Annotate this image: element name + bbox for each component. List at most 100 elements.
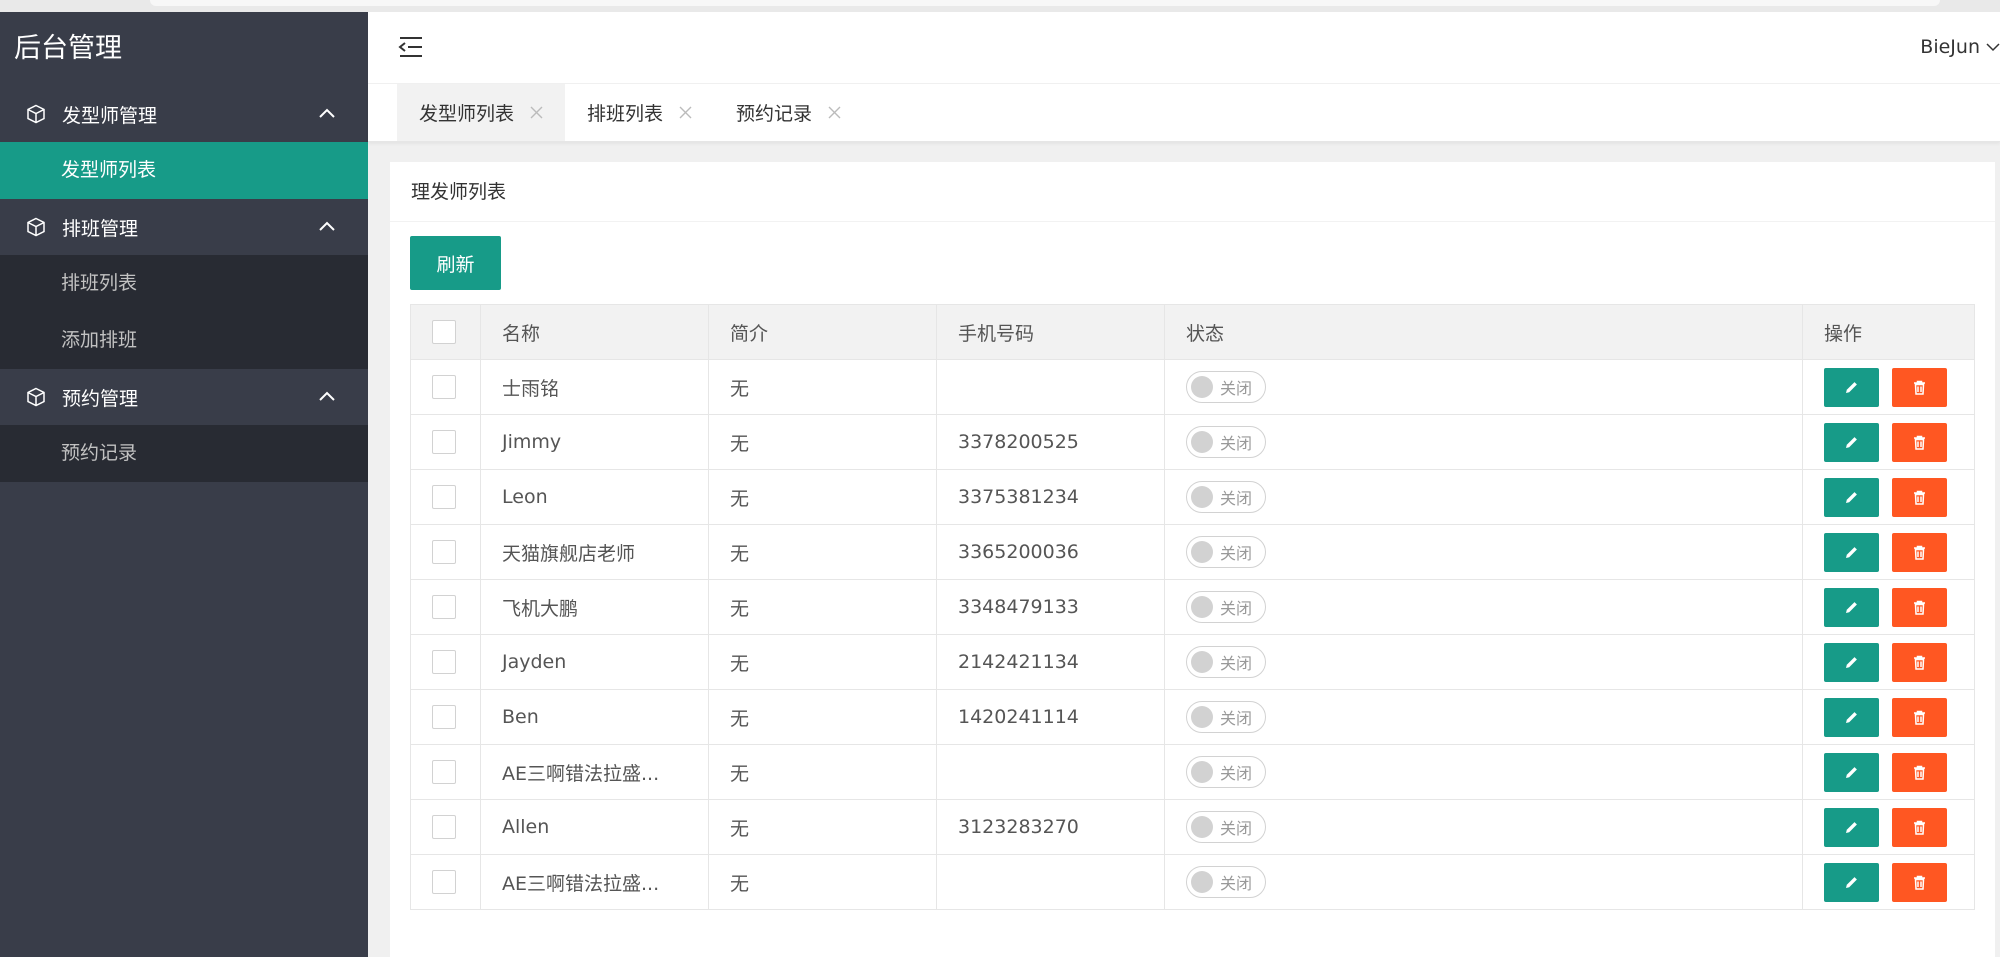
menu-group-schedule[interactable]: 排班管理 (0, 199, 368, 255)
cell-name: 士雨铭 (480, 359, 709, 415)
cell-status: 关闭 (1164, 469, 1803, 525)
select-all-checkbox[interactable] (432, 320, 456, 344)
row-checkbox[interactable] (432, 650, 456, 674)
cube-icon (27, 387, 45, 407)
status-toggle[interactable]: 关闭 (1186, 426, 1266, 458)
delete-button[interactable] (1892, 422, 1947, 462)
delete-button[interactable] (1892, 807, 1947, 847)
sidebar-item-schedule-list[interactable]: 排班列表 (0, 255, 368, 312)
close-icon[interactable] (530, 106, 543, 119)
delete-button[interactable] (1892, 477, 1947, 517)
chevron-up-icon (319, 108, 335, 118)
row-checkbox-cell (410, 414, 481, 470)
edit-button[interactable] (1824, 367, 1879, 407)
pencil-icon (1846, 546, 1857, 558)
table-row: Leon 无 3375381234 关闭 (410, 469, 1975, 525)
table-row: 天猫旗舰店老师无 3365200036 关闭 (410, 524, 1975, 580)
edit-button[interactable] (1824, 587, 1879, 627)
pencil-icon (1846, 656, 1857, 668)
status-toggle[interactable]: 关闭 (1186, 756, 1266, 788)
status-text: 关闭 (1220, 544, 1253, 563)
pencil-icon (1846, 436, 1857, 448)
row-checkbox[interactable] (432, 760, 456, 784)
pencil-icon (1846, 711, 1857, 723)
sidebar-item-stylist-list[interactable]: 发型师列表 (0, 142, 368, 199)
pencil-icon (1846, 766, 1857, 778)
cell-actions (1802, 524, 1975, 580)
tab-stylist-list[interactable]: 发型师列表 (397, 84, 566, 141)
status-text: 关闭 (1220, 379, 1253, 398)
delete-button[interactable] (1892, 697, 1947, 737)
tab-label: 排班列表 (587, 103, 664, 125)
row-checkbox[interactable] (432, 430, 456, 454)
cell-status: 关闭 (1164, 524, 1803, 580)
row-checkbox-cell (410, 799, 481, 855)
close-icon[interactable] (679, 106, 692, 119)
trash-icon (1914, 765, 1925, 780)
edit-button[interactable] (1824, 477, 1879, 517)
delete-button[interactable] (1892, 862, 1947, 902)
row-checkbox[interactable] (432, 485, 456, 509)
tab-schedule-list[interactable]: 排班列表 (565, 84, 714, 141)
row-checkbox[interactable] (432, 540, 456, 564)
trash-icon (1914, 820, 1925, 835)
content-card: 理发师列表 刷新 名称 简介 手机号码 状态 操作 士雨铭无关闭 Jimmy 无 33… (390, 162, 1995, 957)
row-checkbox[interactable] (432, 595, 456, 619)
tab-booking-records[interactable]: 预约记录 (714, 84, 863, 141)
delete-button[interactable] (1892, 367, 1947, 407)
status-toggle[interactable]: 关闭 (1186, 646, 1266, 678)
edit-button[interactable] (1824, 862, 1879, 902)
delete-button[interactable] (1892, 532, 1947, 572)
row-checkbox-cell (410, 524, 481, 580)
delete-button[interactable] (1892, 752, 1947, 792)
pencil-icon (1846, 601, 1857, 613)
status-text: 关闭 (1220, 654, 1253, 673)
cell-name: Ben (480, 689, 709, 745)
cell-phone (936, 359, 1165, 415)
cube-icon (27, 217, 45, 237)
toggle-knob (1191, 541, 1213, 563)
edit-button[interactable] (1824, 752, 1879, 792)
cell-status: 关闭 (1164, 359, 1803, 415)
status-toggle[interactable]: 关闭 (1186, 481, 1266, 513)
menu-group-booking[interactable]: 预约管理 (0, 369, 368, 425)
status-toggle[interactable]: 关闭 (1186, 866, 1266, 898)
status-toggle[interactable]: 关闭 (1186, 811, 1266, 843)
row-checkbox[interactable] (432, 375, 456, 399)
cell-actions (1802, 854, 1975, 910)
menu-group-stylist[interactable]: 发型师管理 (0, 86, 368, 142)
trash-icon (1914, 380, 1925, 395)
edit-button[interactable] (1824, 422, 1879, 462)
toggle-knob (1191, 376, 1213, 398)
trash-icon (1914, 545, 1925, 560)
status-text: 关闭 (1220, 489, 1253, 508)
row-checkbox[interactable] (432, 705, 456, 729)
status-toggle[interactable]: 关闭 (1186, 536, 1266, 568)
status-toggle[interactable]: 关闭 (1186, 371, 1266, 403)
status-toggle[interactable]: 关闭 (1186, 701, 1266, 733)
sidebar-item-add-schedule[interactable]: 添加排班 (0, 312, 368, 369)
status-toggle[interactable]: 关闭 (1186, 591, 1266, 623)
user-menu[interactable]: BieJun (1920, 36, 2000, 58)
toggle-knob (1191, 816, 1213, 838)
delete-button[interactable] (1892, 587, 1947, 627)
menu-fold-icon[interactable] (398, 36, 424, 58)
edit-button[interactable] (1824, 697, 1879, 737)
cell-actions (1802, 579, 1975, 635)
row-checkbox[interactable] (432, 815, 456, 839)
delete-button[interactable] (1892, 642, 1947, 682)
cube-icon (27, 104, 45, 124)
row-checkbox[interactable] (432, 870, 456, 894)
status-text: 关闭 (1220, 764, 1253, 783)
cell-name: AE三啊错法拉盛... (480, 854, 709, 910)
cell-status: 关闭 (1164, 579, 1803, 635)
table-row: 飞机大鹏无 3348479133 关闭 (410, 579, 1975, 635)
refresh-button[interactable]: 刷新 (410, 236, 501, 290)
close-icon[interactable] (828, 106, 841, 119)
cell-intro: 无 (708, 359, 937, 415)
sidebar-item-booking-records[interactable]: 预约记录 (0, 425, 368, 482)
edit-button[interactable] (1824, 532, 1879, 572)
edit-button[interactable] (1824, 807, 1879, 847)
cell-actions (1802, 799, 1975, 855)
edit-button[interactable] (1824, 642, 1879, 682)
